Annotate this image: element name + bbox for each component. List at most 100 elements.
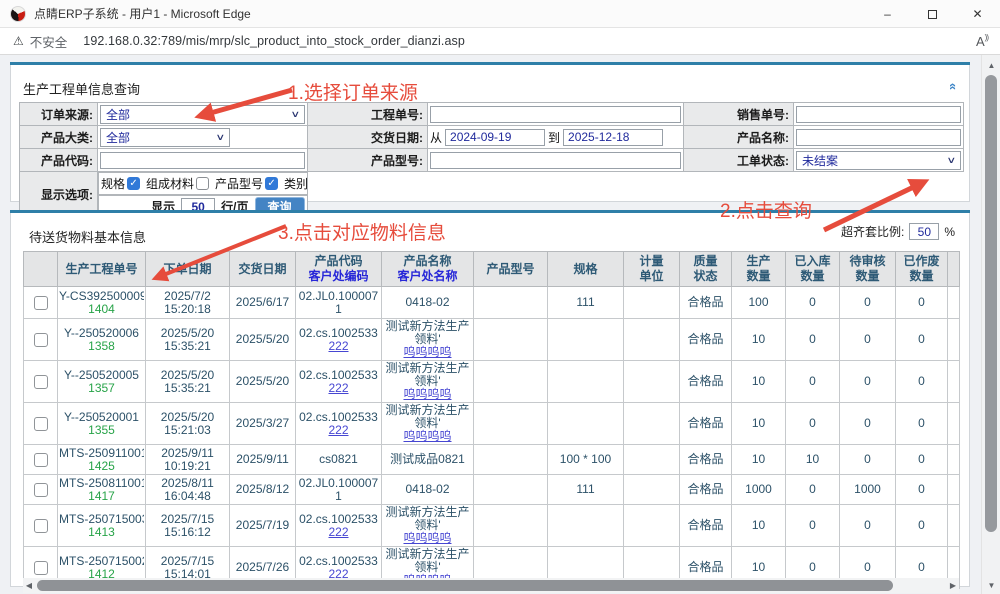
- cell-delivery-date: 2025/8/12: [230, 475, 296, 505]
- col-qty-production: 生产数量: [732, 252, 786, 287]
- horizontal-scrollbar[interactable]: ◀ ▶: [23, 578, 959, 593]
- order-source-select[interactable]: 全部 ∨: [100, 105, 305, 124]
- cell-product-name: 测试新方法生产领料'呜呜呜呜: [382, 319, 474, 361]
- scroll-down-icon[interactable]: ▼: [982, 581, 1000, 590]
- cell-qty-void: 0: [896, 445, 948, 475]
- collapse-section-icon[interactable]: «: [946, 83, 961, 90]
- row-select-cell: [24, 403, 58, 445]
- cell-order-no[interactable]: MTS-2509110011425: [58, 445, 146, 475]
- minimize-icon[interactable]: –: [865, 0, 910, 28]
- customer-code-link[interactable]: 222: [297, 526, 380, 539]
- cell-unit: [624, 403, 680, 445]
- cell-unit: [624, 505, 680, 547]
- cell-model: [474, 445, 548, 475]
- customer-name-link[interactable]: 呜呜呜呜: [383, 388, 472, 401]
- row-checkbox[interactable]: [34, 519, 48, 533]
- col-qty-pending: 待审核数量: [840, 252, 896, 287]
- display-option-label: 组成材料: [146, 175, 194, 192]
- cell-product-name: 测试成品0821: [382, 445, 474, 475]
- delivery-date-label: 交货日期:: [308, 126, 428, 149]
- chevron-down-icon: ∨: [291, 109, 301, 120]
- display-option-checkbox[interactable]: ✓: [265, 177, 278, 190]
- cell-qty-pending: 0: [840, 445, 896, 475]
- row-checkbox[interactable]: [34, 296, 48, 310]
- customer-name-link[interactable]: 呜呜呜呜: [383, 532, 472, 545]
- display-option[interactable]: 组成材料: [146, 175, 209, 192]
- title-bar: 点睛ERP子系统 - 用户1 - Microsoft Edge – ✕: [0, 0, 1000, 28]
- date-from-input[interactable]: 2024-09-19: [445, 129, 545, 146]
- order-status-select[interactable]: 未结案 ∨: [796, 151, 961, 170]
- cell-extra: [948, 403, 960, 445]
- cell-spec: [548, 319, 624, 361]
- cell-extra: [948, 361, 960, 403]
- cell-delivery-date: 2025/5/20: [230, 361, 296, 403]
- product-name-label: 产品名称:: [684, 126, 794, 149]
- vertical-scrollbar[interactable]: ▲ ▼: [981, 55, 1000, 594]
- read-aloud-icon[interactable]: A)): [976, 33, 988, 49]
- cell-spec: 111: [548, 287, 624, 319]
- product-code-input[interactable]: [100, 152, 305, 169]
- date-to-input[interactable]: 2025-12-18: [563, 129, 663, 146]
- cell-qty-void: 0: [896, 287, 948, 319]
- cell-product-name: 0418-02: [382, 287, 474, 319]
- materials-header-row: 生产工程单号下单日期交货日期产品代码客户处编码产品名称客户处名称产品型号规格计量…: [24, 252, 960, 287]
- sales-order-input[interactable]: [796, 106, 961, 123]
- cell-order-no[interactable]: Y--2505200051357: [58, 361, 146, 403]
- product-category-select[interactable]: 全部 ∨: [100, 128, 230, 147]
- overset-ratio: 超齐套比例: 50 %: [841, 223, 955, 240]
- col-extra: [948, 252, 960, 287]
- cell-unit: [624, 319, 680, 361]
- row-checkbox[interactable]: [34, 561, 48, 575]
- row-checkbox[interactable]: [34, 375, 48, 389]
- customer-code-link[interactable]: 222: [297, 382, 380, 395]
- cell-qty-pending: 0: [840, 287, 896, 319]
- hscroll-thumb[interactable]: [37, 580, 893, 591]
- customer-code-link[interactable]: 222: [297, 424, 380, 437]
- cell-product-code: 02.cs.1002533222: [296, 505, 382, 547]
- row-checkbox[interactable]: [34, 453, 48, 467]
- cell-qty-instock: 0: [786, 361, 840, 403]
- cell-order-no[interactable]: Y--2505200061358: [58, 319, 146, 361]
- display-option[interactable]: 产品型号✓: [215, 175, 278, 192]
- cell-qty-pending: 1000: [840, 475, 896, 505]
- customer-code-link[interactable]: 222: [297, 340, 380, 353]
- product-model-input[interactable]: [430, 152, 681, 169]
- cell-qty-production: 10: [732, 505, 786, 547]
- overset-ratio-label: 超齐套比例:: [841, 223, 904, 240]
- display-option-checkbox[interactable]: ✓: [127, 177, 140, 190]
- display-option-checkbox[interactable]: [196, 177, 209, 190]
- scroll-right-icon[interactable]: ▶: [947, 581, 959, 590]
- overset-ratio-input[interactable]: 50: [909, 223, 939, 240]
- cell-qty-instock: 0: [786, 505, 840, 547]
- warning-icon[interactable]: ⚠: [13, 34, 24, 48]
- cell-qty-instock: 0: [786, 475, 840, 505]
- col-model: 产品型号: [474, 252, 548, 287]
- display-option-label: 产品型号: [215, 175, 263, 192]
- cell-order-no[interactable]: MTS-2508110011417: [58, 475, 146, 505]
- cell-spec: 111: [548, 475, 624, 505]
- vscroll-thumb[interactable]: [985, 75, 997, 532]
- close-icon[interactable]: ✕: [955, 0, 1000, 28]
- cell-qty-production: 10: [732, 403, 786, 445]
- product-category-label: 产品大类:: [20, 126, 98, 149]
- row-checkbox[interactable]: [34, 483, 48, 497]
- customer-name-link[interactable]: 呜呜呜呜: [383, 430, 472, 443]
- work-order-input[interactable]: [430, 106, 681, 123]
- security-label[interactable]: 不安全: [30, 32, 68, 51]
- scroll-up-icon[interactable]: ▲: [982, 61, 1000, 70]
- scroll-left-icon[interactable]: ◀: [23, 581, 35, 590]
- cell-order-no[interactable]: Y-CS3925000091404: [58, 287, 146, 319]
- url-text[interactable]: 192.168.0.32:789/mis/mrp/slc_product_int…: [83, 34, 465, 48]
- display-option[interactable]: 类别: [284, 175, 307, 192]
- maximize-icon[interactable]: [910, 0, 955, 28]
- display-option[interactable]: 规格✓: [101, 175, 140, 192]
- product-name-input[interactable]: [796, 129, 961, 146]
- sales-order-label: 销售单号:: [684, 103, 794, 126]
- row-checkbox[interactable]: [34, 417, 48, 431]
- cell-order-no[interactable]: MTS-2507150031413: [58, 505, 146, 547]
- cell-model: [474, 319, 548, 361]
- query-section: 生产工程单信息查询 « 订单来源: 全部 ∨ 工程单号:: [10, 62, 970, 202]
- row-checkbox[interactable]: [34, 333, 48, 347]
- customer-name-link[interactable]: 呜呜呜呜: [383, 346, 472, 359]
- cell-order-no[interactable]: Y--2505200011355: [58, 403, 146, 445]
